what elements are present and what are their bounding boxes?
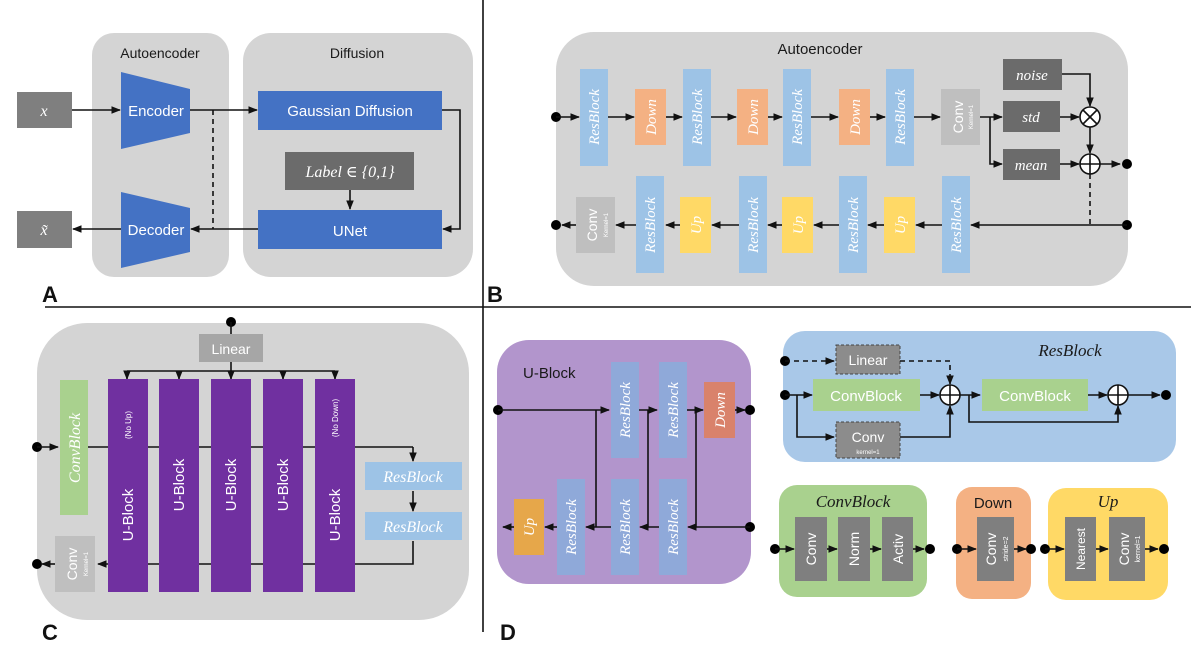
ublock-down-out-node xyxy=(745,405,755,415)
resblock-ub-1-label: ResBlock xyxy=(618,382,634,439)
resblock-ub-5-label: ResBlock xyxy=(564,499,580,556)
cb-activ-label: Activ xyxy=(890,534,906,564)
std-label: std xyxy=(1022,110,1040,126)
label-text: Label ∈ {0,1} xyxy=(304,164,395,181)
ublock-2-label: U-Block xyxy=(171,458,188,511)
resblock-detail-title: ResBlock xyxy=(1037,341,1102,360)
conv-c-label: Conv xyxy=(64,548,80,581)
down-1-label: Down xyxy=(644,99,660,136)
down-2-label: Down xyxy=(746,99,762,136)
down-out-node xyxy=(1026,544,1036,554)
autoencoder-b-title: Autoencoder xyxy=(777,41,862,58)
resblock-dec-2-label: ResBlock xyxy=(846,197,862,254)
resblock-enc-3-label: ResBlock xyxy=(790,89,806,146)
encoder-label: Encoder xyxy=(128,103,184,120)
panel-c-letter: C xyxy=(42,620,58,645)
resblock-enc-4-label: ResBlock xyxy=(893,89,909,146)
ublock-5-note: (No Down) xyxy=(331,399,340,438)
conv-dec-label: Conv xyxy=(584,209,600,242)
rb-conv-kernel: kernel=1 xyxy=(856,450,880,456)
resblock-dec-4-label: ResBlock xyxy=(643,197,659,254)
down-3-label: Down xyxy=(848,99,864,136)
autoencoder-title: Autoencoder xyxy=(120,45,200,61)
convblock-detail-title: ConvBlock xyxy=(816,492,891,511)
cb-norm-label: Norm xyxy=(846,532,862,566)
resblock-c-2-label: ResBlock xyxy=(382,519,443,536)
ublock-1-note: (No Up) xyxy=(124,411,133,439)
architecture-diagram: Autoencoder Diffusion x Encoder Decoder … xyxy=(17,0,1191,645)
decoder-label: Decoder xyxy=(128,222,185,239)
down-detail-title: Down xyxy=(974,495,1012,512)
resblock-ub-2-label: ResBlock xyxy=(666,382,682,439)
rb-linear-label: Linear xyxy=(849,352,888,368)
output-x-label: x̃ xyxy=(39,222,48,239)
resblock-ub-3-label: ResBlock xyxy=(666,499,682,556)
up-2-label: Up xyxy=(791,215,807,234)
up-conv-kernel: kernel=1 xyxy=(1135,535,1142,562)
down-conv-stride: stride=2 xyxy=(1003,536,1010,561)
ublock-3-label: U-Block xyxy=(223,458,240,511)
resblock-enc-2-label: ResBlock xyxy=(690,89,706,146)
latent-output-node xyxy=(1122,159,1132,169)
cb-conv-label: Conv xyxy=(803,533,819,566)
panel-b-letter: B xyxy=(487,282,503,307)
conv-dec-kernel: Kernel=1 xyxy=(604,212,610,237)
resblock-dec-3-label: ResBlock xyxy=(746,197,762,254)
diffusion-title: Diffusion xyxy=(330,45,384,61)
resblock-ub-4-label: ResBlock xyxy=(618,499,634,556)
resblock-enc-1-label: ResBlock xyxy=(587,89,603,146)
decoder-output-node xyxy=(551,220,561,230)
rb-out-node xyxy=(1161,390,1171,400)
up-conv-label: Conv xyxy=(1116,533,1132,566)
up-out-node xyxy=(1159,544,1169,554)
panel-c: Linear ConvBlock U-Block (No Up) U-Block… xyxy=(32,317,469,645)
conv-enc-kernel: Kernel=1 xyxy=(969,104,975,129)
cb-out-node xyxy=(925,544,935,554)
ublock-4-label: U-Block xyxy=(275,458,292,511)
ublock-5-label: U-Block xyxy=(327,488,344,541)
panel-d-letter: D xyxy=(500,620,516,645)
conv-enc-label: Conv xyxy=(950,101,966,134)
gaussian-diffusion-label: Gaussian Diffusion xyxy=(287,103,413,120)
down-conv-label: Conv xyxy=(983,533,999,566)
panel-a: Autoencoder Diffusion x Encoder Decoder … xyxy=(17,33,473,307)
panel-d: U-Block ResBlock ResBlock Down ResBlock … xyxy=(493,331,1176,645)
conv-c-kernel: Kernel=1 xyxy=(84,551,90,576)
resblock-c-1-label: ResBlock xyxy=(382,469,443,486)
linear-c-label: Linear xyxy=(212,341,251,357)
up-3-label: Up xyxy=(689,215,705,234)
noise-label: noise xyxy=(1016,68,1048,84)
mean-label: mean xyxy=(1015,158,1048,174)
rb-convblock-1-label: ConvBlock xyxy=(830,388,902,405)
up-detail-title: Up xyxy=(1098,492,1119,511)
ublock-1-label: U-Block xyxy=(120,488,137,541)
panel-b: Autoencoder ResBlock Down ResBlock Down … xyxy=(487,32,1132,307)
ublock-1 xyxy=(108,379,148,592)
down-ub-label: Down xyxy=(713,392,729,429)
up-nearest-label: Nearest xyxy=(1074,527,1088,570)
rb-conv-label: Conv xyxy=(852,429,885,445)
panel-a-letter: A xyxy=(42,282,58,307)
unet-label: UNet xyxy=(333,223,368,240)
c-output-node xyxy=(32,559,42,569)
convblock-c-label: ConvBlock xyxy=(67,412,84,483)
ublock-detail-title: U-Block xyxy=(523,365,576,382)
up-1-label: Up xyxy=(893,215,909,234)
resblock-dec-1-label: ResBlock xyxy=(949,197,965,254)
up-ub-label: Up xyxy=(522,517,538,536)
input-x-label: x xyxy=(39,103,47,120)
rb-convblock-2-label: ConvBlock xyxy=(999,388,1071,405)
